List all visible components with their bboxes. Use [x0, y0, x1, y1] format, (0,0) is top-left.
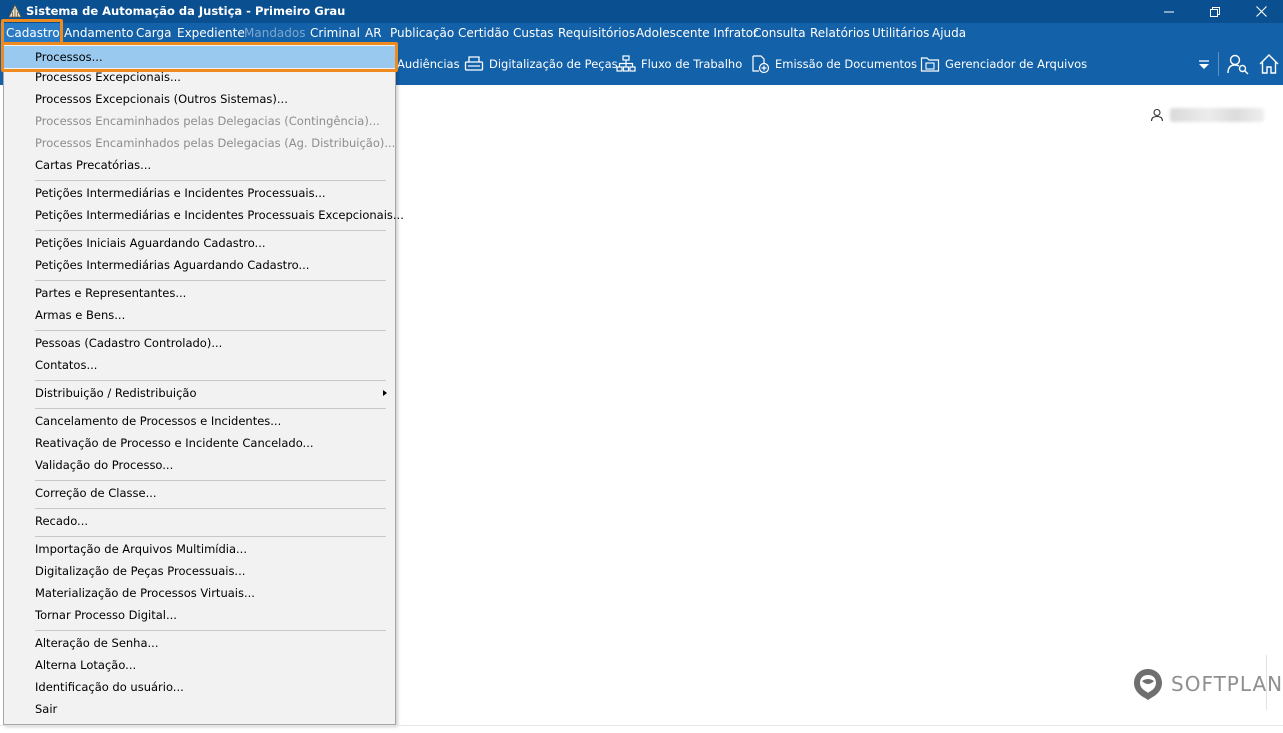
- menu-adolescente-infrator[interactable]: Adolescente Infrator: [633, 23, 761, 43]
- menu-item-processos[interactable]: Processos...: [4, 46, 395, 68]
- menu-separator: [35, 180, 386, 181]
- menu-item-sair[interactable]: Sair: [4, 698, 395, 720]
- submenu-arrow-icon: [383, 390, 387, 396]
- document-add-icon: [752, 55, 770, 74]
- window-title: Sistema de Automação da Justiça - Primei…: [26, 4, 346, 18]
- menu-separator: [35, 330, 386, 331]
- close-button[interactable]: [1238, 0, 1283, 23]
- user-profile-button[interactable]: [1227, 43, 1254, 85]
- chevron-down-icon: [1199, 60, 1209, 69]
- toolbar-audiencias-button[interactable]: Audiências: [397, 43, 460, 85]
- menu-item-processos-excepcionais-outros[interactable]: Processos Excepcionais (Outros Sistemas)…: [4, 88, 395, 110]
- workflow-icon: [616, 55, 636, 72]
- toolbar-divider: [1218, 52, 1219, 76]
- menu-item-delegacias-distribuicao[interactable]: Processos Encaminhados pelas Delegacias …: [4, 132, 395, 154]
- menu-item-validacao[interactable]: Validação do Processo...: [4, 454, 395, 476]
- menu-item-peticoes-intermediarias[interactable]: Petições Intermediárias e Incidentes Pro…: [4, 182, 395, 204]
- menu-ajuda[interactable]: Ajuda: [929, 23, 969, 43]
- menu-requisitorios[interactable]: Requisitórios: [555, 23, 638, 43]
- menu-item-correcao-classe[interactable]: Correção de Classe...: [4, 482, 395, 504]
- menu-criminal[interactable]: Criminal: [307, 23, 363, 43]
- restore-icon: [1210, 6, 1220, 17]
- menu-separator: [35, 380, 386, 381]
- toolbar-label: Emissão de Documentos: [775, 57, 918, 71]
- menu-item-alterna-lotacao[interactable]: Alterna Lotação...: [4, 654, 395, 676]
- menu-separator: [35, 408, 386, 409]
- toolbar-emissao-button[interactable]: Emissão de Documentos: [750, 43, 917, 85]
- menu-item-digitalizacao-pecas[interactable]: Digitalização de Peças Processuais...: [4, 560, 395, 582]
- app-logo-icon: [8, 4, 22, 18]
- menu-separator: [35, 280, 386, 281]
- restore-button[interactable]: [1192, 0, 1238, 23]
- menu-ar[interactable]: AR: [362, 23, 385, 43]
- minimize-icon: [1164, 11, 1174, 12]
- menu-certidao[interactable]: Certidão: [455, 23, 512, 43]
- menu-publicacao[interactable]: Publicação: [387, 23, 457, 43]
- close-icon: [1255, 6, 1267, 17]
- menu-separator: [35, 230, 386, 231]
- menu-separator: [35, 536, 386, 537]
- menu-separator: [35, 480, 386, 481]
- menu-bar: Cadastro Andamento Carga Expediente Mand…: [0, 23, 1283, 43]
- menu-item-reativacao[interactable]: Reativação de Processo e Incidente Cance…: [4, 432, 395, 454]
- scanner-icon: [464, 56, 484, 71]
- menu-item-distribuicao[interactable]: Distribuição / Redistribuição: [4, 382, 395, 404]
- toolbar-label: Fluxo de Trabalho: [641, 57, 743, 71]
- home-icon: [1259, 54, 1279, 74]
- menu-item-alteracao-senha[interactable]: Alteração de Senha...: [4, 632, 395, 654]
- menu-separator: [35, 630, 386, 631]
- minimize-button[interactable]: [1146, 0, 1192, 23]
- menu-item-materializacao[interactable]: Materialização de Processos Virtuais...: [4, 582, 395, 604]
- title-bar: Sistema de Automação da Justiça - Primei…: [0, 0, 1283, 23]
- menu-separator: [35, 508, 386, 509]
- toolbar-digitalizacao-button[interactable]: Digitalização de Peças: [464, 43, 618, 85]
- menu-consulta[interactable]: Consulta: [750, 23, 809, 43]
- user-search-icon: [1227, 54, 1249, 75]
- softplan-logo: SOFTPLAN: [1131, 667, 1283, 701]
- menu-item-peticoes-intermediarias-excepcionais[interactable]: Petições Intermediárias e Incidentes Pro…: [4, 204, 404, 226]
- menu-mandados[interactable]: Mandados: [241, 23, 309, 43]
- brand-name: SOFTPLAN: [1171, 672, 1283, 696]
- menu-item-tornar-digital[interactable]: Tornar Processo Digital...: [4, 604, 395, 626]
- menu-item-delegacias-contingencia[interactable]: Processos Encaminhados pelas Delegacias …: [4, 110, 395, 132]
- softplan-logo-icon: [1134, 669, 1162, 700]
- user-icon: [1150, 108, 1164, 122]
- menu-andamento[interactable]: Andamento: [61, 23, 137, 43]
- toolbar-label: Audiências: [397, 57, 460, 71]
- status-divider: [0, 725, 1283, 726]
- menu-item-contatos[interactable]: Contatos...: [4, 354, 395, 376]
- toolbar-gerenciador-button[interactable]: Gerenciador de Arquivos: [920, 43, 1087, 85]
- menu-item-recado[interactable]: Recado...: [4, 510, 395, 532]
- menu-item-label: Distribuição / Redistribuição: [35, 386, 197, 400]
- folder-icon: [920, 57, 940, 72]
- menu-utilitarios[interactable]: Utilitários: [869, 23, 932, 43]
- toolbar-label: Digitalização de Peças: [489, 57, 618, 71]
- menu-item-pessoas[interactable]: Pessoas (Cadastro Controlado)...: [4, 332, 395, 354]
- toolbar-overflow-button[interactable]: [1198, 43, 1215, 85]
- menu-expediente[interactable]: Expediente: [174, 23, 248, 43]
- menu-item-cancelamento[interactable]: Cancelamento de Processos e Incidentes..…: [4, 410, 395, 432]
- menu-item-partes-representantes[interactable]: Partes e Representantes...: [4, 282, 395, 304]
- menu-item-peticoes-intermediarias-aguardando[interactable]: Petições Intermediárias Aguardando Cadas…: [4, 254, 395, 276]
- toolbar-fluxo-button[interactable]: Fluxo de Trabalho: [616, 43, 742, 85]
- user-name-redacted: [1170, 108, 1264, 122]
- menu-item-processos-excepcionais[interactable]: Processos Excepcionais...: [4, 66, 395, 88]
- menu-cadastro[interactable]: Cadastro: [3, 23, 63, 43]
- cadastro-dropdown-menu: Processos... Processos Excepcionais... P…: [3, 43, 404, 725]
- menu-custas[interactable]: Custas: [510, 23, 557, 43]
- menu-item-armas-bens[interactable]: Armas e Bens...: [4, 304, 395, 326]
- menu-relatorios[interactable]: Relatórios: [807, 23, 873, 43]
- menu-carga[interactable]: Carga: [133, 23, 174, 43]
- logged-user-info: [1150, 108, 1264, 122]
- home-button[interactable]: [1258, 43, 1283, 85]
- menu-item-peticoes-iniciais-aguardando[interactable]: Petições Iniciais Aguardando Cadastro...: [4, 232, 395, 254]
- menu-item-importacao-multimidia[interactable]: Importação de Arquivos Multimídia...: [4, 538, 395, 560]
- menu-item-identificacao-usuario[interactable]: Identificação do usuário...: [4, 676, 395, 698]
- menu-item-cartas-precatorias[interactable]: Cartas Precatórias...: [4, 154, 395, 176]
- toolbar-label: Gerenciador de Arquivos: [945, 57, 1088, 71]
